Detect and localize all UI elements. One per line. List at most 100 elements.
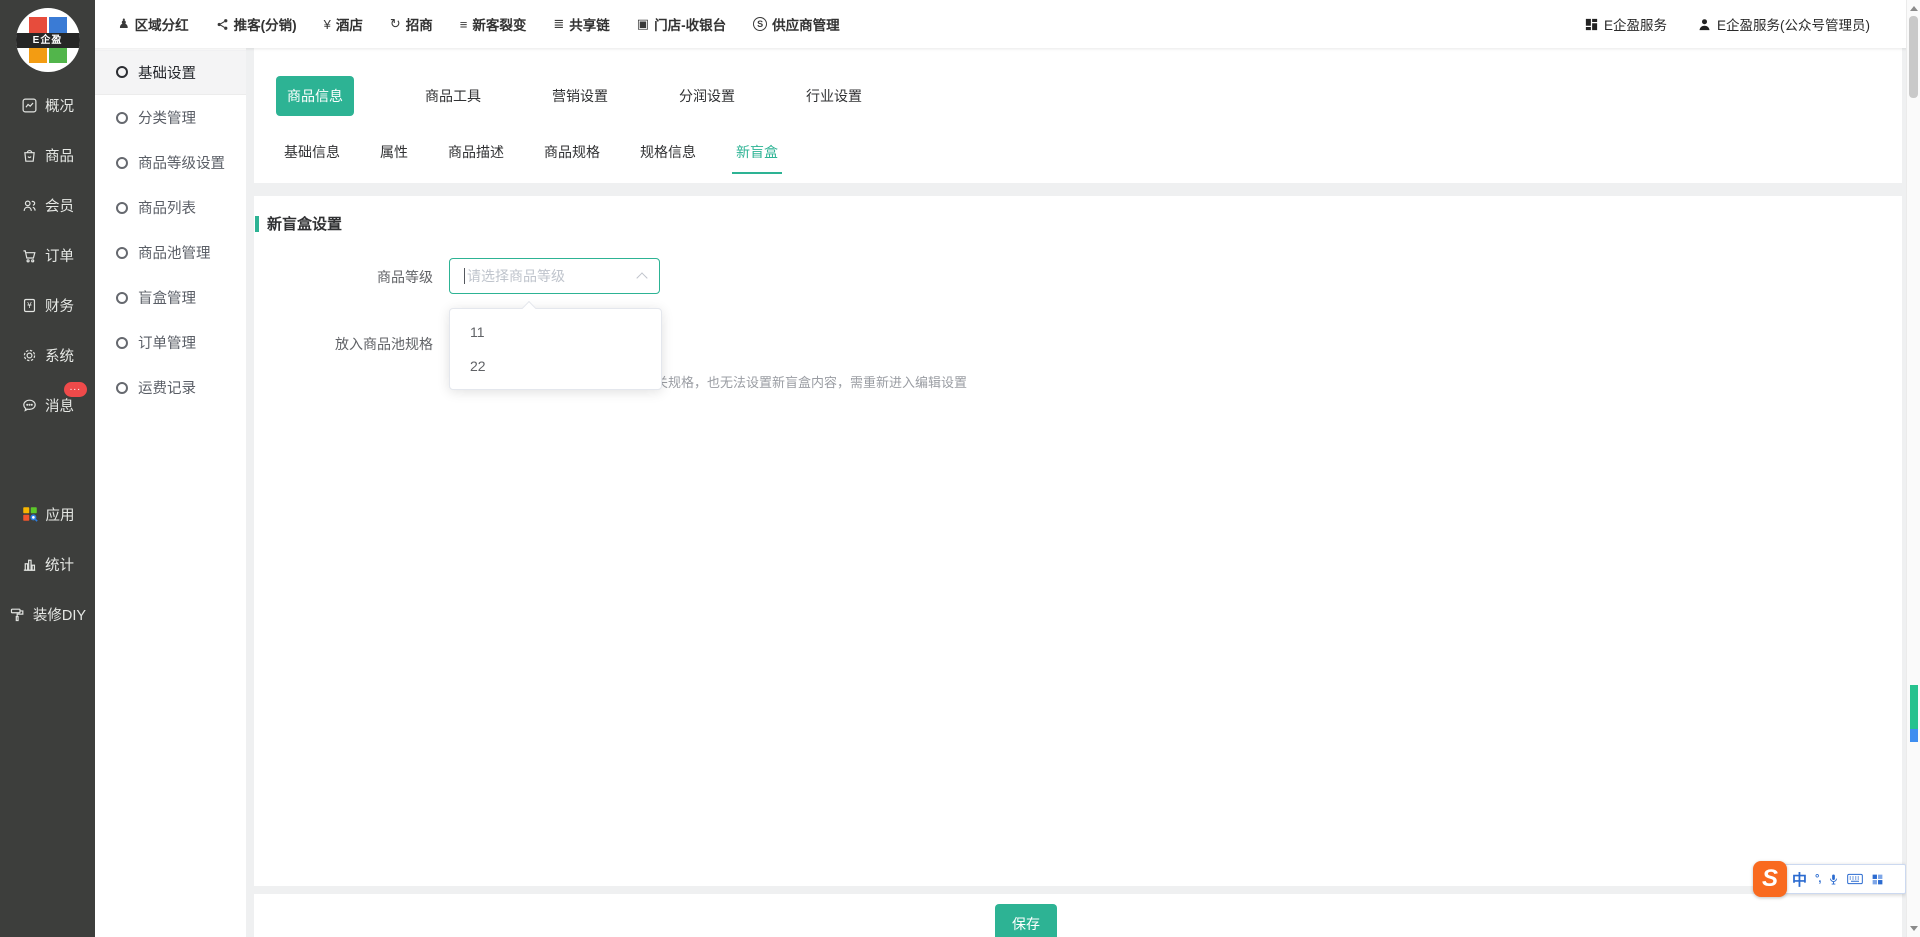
subtab-spec-info[interactable]: 规格信息 [640,142,696,174]
sidebar-item-members[interactable]: 会员 [0,180,95,230]
topnav-label: 门店-收银台 [654,14,726,34]
paint-roller-icon [9,606,26,623]
header-service-link[interactable]: E企盈服务 [1584,14,1667,34]
sidebar-item-orders[interactable]: 订单 [0,230,95,280]
goods-bag-icon [21,147,38,164]
recycle-icon: ↻ [390,16,401,32]
submenu-item-goods-list[interactable]: 商品列表 [95,185,246,230]
topnav-label: 新客裂变 [472,14,526,34]
toolbox-grid-icon[interactable] [1871,873,1884,886]
sidebar-item-label: 财务 [45,295,74,316]
header-account[interactable]: E企盈服务(公众号管理员) [1697,14,1870,34]
scrollbar-thumb[interactable] [1909,16,1918,98]
submenu-item-goods-pool[interactable]: 商品池管理 [95,230,246,275]
submenu-item-category[interactable]: 分类管理 [95,95,246,140]
tab-industry-settings[interactable]: 行业设置 [806,86,862,106]
storefront-icon: ▣ [637,16,649,32]
main-tabs: 商品信息 商品工具 营销设置 分润设置 行业设置 [254,48,1902,116]
grid-icon [1584,17,1599,32]
radio-circle-icon [116,157,128,169]
sidebar-item-overview[interactable]: 概况 [0,80,95,130]
topnav-item-investment[interactable]: ↻ 招商 [390,14,433,34]
ime-language-toggle[interactable]: 中 [1792,869,1807,890]
submenu-item-goods-level[interactable]: 商品等级设置 [95,140,246,185]
topnav-label: 供应商管理 [772,14,840,34]
topnav-item-hotel[interactable]: ¥ 酒店 [324,14,363,34]
subtab-attributes[interactable]: 属性 [380,142,408,174]
subtab-goods-description[interactable]: 商品描述 [448,142,504,174]
dropdown-option[interactable]: 11 [450,315,661,349]
topnav-item-store-cashier[interactable]: ▣ 门店-收银台 [637,14,726,34]
list-icon: ≣ [553,16,564,32]
sidebar-menu: 概况 商品 会员 订单 ¥ 财务 [0,80,95,639]
goods-level-select[interactable]: 请选择商品等级 [449,258,660,294]
radio-circle-icon [116,202,128,214]
ime-toolbar: S 中 °, [1779,864,1906,894]
dropdown-arrow [522,301,536,315]
s-circle-icon: S [753,17,767,31]
sidebar-item-system[interactable]: 系统 [0,330,95,380]
app-logo: E企盈 [16,8,80,72]
sidebar-item-diy[interactable]: 装修DIY [0,589,95,639]
submenu-item-basic-settings[interactable]: 基础设置 [95,50,246,95]
microphone-icon[interactable] [1828,872,1839,887]
logo-text: E企盈 [16,33,80,48]
section-header: 新盲盒设置 [255,213,342,234]
topnav-item-fission[interactable]: ≡ 新客裂变 [460,14,527,34]
sidebar-item-label: 商品 [45,145,74,166]
sidebar-item-label: 装修DIY [33,604,86,625]
keyboard-icon[interactable] [1847,873,1863,885]
submenu-item-blind-box[interactable]: 盲盒管理 [95,275,246,320]
scroll-down-arrow[interactable] [1910,926,1918,931]
radio-circle-icon [116,382,128,394]
radio-circle-icon [116,292,128,304]
topnav-label: 招商 [406,14,433,34]
message-badge: ... [64,382,87,397]
stats-icon [21,556,38,573]
tab-goods-tools[interactable]: 商品工具 [425,86,481,106]
tab-profit-settings[interactable]: 分润设置 [679,86,735,106]
dropdown-option[interactable]: 22 [450,349,661,383]
subtab-goods-spec[interactable]: 商品规格 [544,142,600,174]
main-sidebar: E企盈 概况 商品 会员 订单 ¥ [0,0,95,937]
save-button[interactable]: 保存 [995,904,1057,937]
sidebar-item-goods[interactable]: 商品 [0,130,95,180]
submenu-label: 商品池管理 [138,242,211,263]
subtab-new-blind-box[interactable]: 新盲盒 [736,142,778,174]
sogou-logo-icon[interactable]: S [1753,861,1787,897]
top-header: ♟ 区域分红 推客(分销) ¥ 酒店 ↻ 招商 ≡ 新客裂变 ≣ 共享链 ▣ 门… [0,0,1920,48]
topnav-label: 共享链 [569,14,610,34]
tab-marketing-settings[interactable]: 营销设置 [552,86,608,106]
topnav-item-distribution[interactable]: 推客(分销) [216,14,297,34]
scroll-up-arrow[interactable] [1910,6,1918,11]
header-service-label: E企盈服务 [1604,14,1667,34]
yen-icon: ¥ [324,17,331,32]
submenu-label: 分类管理 [138,107,196,128]
top-nav: ♟ 区域分红 推客(分销) ¥ 酒店 ↻ 招商 ≡ 新客裂变 ≣ 共享链 ▣ 门… [118,14,840,34]
topnav-item-share-chain[interactable]: ≣ 共享链 [553,14,609,34]
sidebar-item-messages[interactable]: 消息 ... [0,380,95,430]
footer-panel: 保存 [254,894,1902,937]
submenu-item-freight-record[interactable]: 运费记录 [95,365,246,410]
finance-icon: ¥ [21,297,38,314]
radio-circle-icon [116,66,128,78]
sidebar-item-apps[interactable]: 应用 [0,489,95,539]
topnav-item-region-dividend[interactable]: ♟ 区域分红 [118,14,189,34]
sidebar-item-stats[interactable]: 统计 [0,539,95,589]
ime-punctuation-toggle[interactable]: °, [1815,873,1820,885]
radio-circle-icon [116,247,128,259]
pool-spec-label: 放入商品池规格 [254,334,433,354]
sidebar-item-label: 应用 [46,504,75,525]
page-scrollbar [1906,0,1920,937]
submenu-label: 商品列表 [138,197,196,218]
goods-level-dropdown: 11 22 [449,308,662,390]
apps-icon [21,505,39,523]
sidebar-item-label: 消息 [45,395,74,416]
tab-goods-info[interactable]: 商品信息 [276,76,354,116]
subtab-basic-info[interactable]: 基础信息 [284,142,340,174]
topnav-item-supplier[interactable]: S 供应商管理 [753,14,840,34]
user-icon [1697,17,1712,32]
submenu-item-order-manage[interactable]: 订单管理 [95,320,246,365]
section-title: 新盲盒设置 [267,213,342,234]
sidebar-item-finance[interactable]: ¥ 财务 [0,280,95,330]
